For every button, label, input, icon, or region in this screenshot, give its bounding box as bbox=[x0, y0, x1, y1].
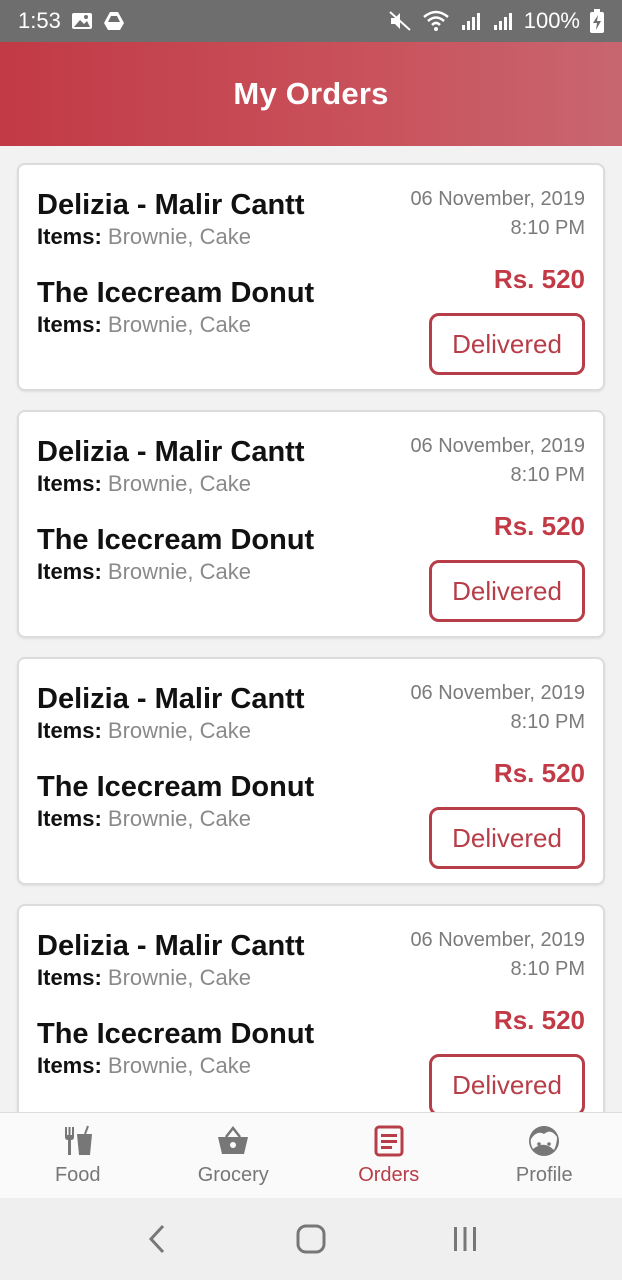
items-label: Items: bbox=[37, 312, 102, 337]
home-button[interactable] bbox=[281, 1209, 341, 1269]
nav-label-profile: Profile bbox=[515, 1164, 573, 1186]
chevron-left-icon bbox=[148, 1224, 165, 1254]
order-meta: 06 November, 2019 8:10 PM Rs. 520 Delive… bbox=[410, 185, 585, 375]
recents-icon bbox=[454, 1227, 476, 1251]
nav-item-food[interactable]: Food bbox=[0, 1113, 156, 1198]
basket-icon bbox=[218, 1125, 249, 1154]
order-price: Rs. 520 bbox=[493, 1005, 585, 1035]
fork-knife-drink-icon bbox=[64, 1125, 92, 1155]
orders-list[interactable]: Delizia - Malir Cantt Items: Brownie, Ca… bbox=[0, 146, 622, 1112]
order-restaurants: Delizia - Malir Cantt Items: Brownie, Ca… bbox=[37, 681, 397, 857]
restaurant-name: The Icecream Donut bbox=[37, 277, 315, 309]
order-price: Rs. 520 bbox=[493, 511, 585, 541]
delivered-status-button[interactable]: Delivered bbox=[429, 560, 585, 622]
items-value: Brownie, Cake bbox=[107, 559, 251, 584]
items-line: Items: Brownie, Cake bbox=[37, 311, 397, 339]
order-date: 06 November, 2019 bbox=[410, 435, 585, 457]
order-date: 06 November, 2019 bbox=[410, 188, 585, 210]
restaurant-name: Delizia - Malir Cantt bbox=[37, 436, 305, 468]
recents-button[interactable] bbox=[435, 1209, 495, 1269]
items-label: Items: bbox=[37, 965, 102, 990]
order-price: Rs. 520 bbox=[493, 264, 585, 294]
restaurant-name: The Icecream Donut bbox=[37, 771, 315, 803]
back-button[interactable] bbox=[127, 1209, 187, 1269]
delivered-status-button[interactable]: Delivered bbox=[429, 1054, 585, 1112]
order-date: 06 November, 2019 bbox=[410, 929, 585, 951]
items-line: Items: Brownie, Cake bbox=[37, 964, 397, 992]
items-line: Items: Brownie, Cake bbox=[37, 805, 397, 833]
face-icon bbox=[529, 1126, 560, 1156]
nav-item-profile[interactable]: Profile bbox=[467, 1113, 622, 1198]
nav-item-grocery[interactable]: Grocery bbox=[156, 1113, 312, 1198]
bottom-nav: Food Grocery Orders Profile bbox=[0, 1112, 622, 1198]
order-meta: 06 November, 2019 8:10 PM Rs. 520 Delive… bbox=[410, 926, 585, 1112]
items-value: Brownie, Cake bbox=[107, 806, 251, 831]
items-label: Items: bbox=[37, 806, 102, 831]
wifi-icon bbox=[422, 10, 450, 32]
delivered-status-button[interactable]: Delivered bbox=[429, 313, 585, 375]
gallery-icon bbox=[71, 11, 93, 31]
items-label: Items: bbox=[37, 1053, 102, 1078]
order-card[interactable]: Delizia - Malir Cantt Items: Brownie, Ca… bbox=[17, 163, 605, 391]
order-card[interactable]: Delizia - Malir Cantt Items: Brownie, Ca… bbox=[17, 410, 605, 638]
restaurant-name: Delizia - Malir Cantt bbox=[37, 189, 305, 221]
order-meta: 06 November, 2019 8:10 PM Rs. 520 Delive… bbox=[410, 679, 585, 869]
restaurant-name: Delizia - Malir Cantt bbox=[37, 930, 305, 962]
status-right: 100% bbox=[388, 8, 604, 34]
order-restaurants: Delizia - Malir Cantt Items: Brownie, Ca… bbox=[37, 928, 397, 1104]
status-bar: 1:53 100% bbox=[0, 0, 622, 42]
restaurant-name: Delizia - Malir Cantt bbox=[37, 683, 305, 715]
order-card[interactable]: Delizia - Malir Cantt Items: Brownie, Ca… bbox=[17, 904, 605, 1112]
page-title: My Orders bbox=[233, 76, 389, 111]
battery-charging-icon bbox=[590, 9, 604, 33]
order-time: 8:10 PM bbox=[510, 958, 585, 980]
items-value: Brownie, Cake bbox=[107, 965, 251, 990]
mute-vibrate-icon bbox=[388, 10, 412, 32]
items-label: Items: bbox=[37, 718, 102, 743]
status-time: 1:53 bbox=[18, 8, 61, 33]
drive-icon bbox=[103, 11, 125, 31]
items-value: Brownie, Cake bbox=[107, 1053, 251, 1078]
signal-icon bbox=[460, 10, 482, 32]
items-line: Items: Brownie, Cake bbox=[37, 1052, 397, 1080]
order-restaurants: Delizia - Malir Cantt Items: Brownie, Ca… bbox=[37, 434, 397, 610]
system-nav bbox=[0, 1198, 622, 1280]
order-price: Rs. 520 bbox=[493, 758, 585, 788]
items-value: Brownie, Cake bbox=[107, 718, 251, 743]
nav-label-orders: Orders bbox=[358, 1164, 420, 1186]
order-restaurants: Delizia - Malir Cantt Items: Brownie, Ca… bbox=[37, 187, 397, 363]
restaurant-name: The Icecream Donut bbox=[37, 524, 315, 556]
order-time: 8:10 PM bbox=[510, 711, 585, 733]
home-square-icon bbox=[296, 1224, 326, 1254]
items-label: Items: bbox=[37, 471, 102, 496]
order-time: 8:10 PM bbox=[510, 217, 585, 239]
nav-label-food: Food bbox=[54, 1164, 101, 1186]
nav-label-grocery: Grocery bbox=[197, 1164, 269, 1186]
receipt-icon bbox=[374, 1125, 404, 1157]
items-label: Items: bbox=[37, 559, 102, 584]
items-line: Items: Brownie, Cake bbox=[37, 717, 397, 745]
restaurant-name: The Icecream Donut bbox=[37, 1018, 315, 1050]
app-header: My Orders bbox=[0, 42, 622, 146]
nav-item-orders[interactable]: Orders bbox=[311, 1113, 467, 1198]
items-label: Items: bbox=[37, 224, 102, 249]
order-card[interactable]: Delizia - Malir Cantt Items: Brownie, Ca… bbox=[17, 657, 605, 885]
items-value: Brownie, Cake bbox=[107, 471, 251, 496]
items-value: Brownie, Cake bbox=[107, 312, 251, 337]
items-line: Items: Brownie, Cake bbox=[37, 223, 397, 251]
items-line: Items: Brownie, Cake bbox=[37, 558, 397, 586]
delivered-status-button[interactable]: Delivered bbox=[429, 807, 585, 869]
battery-percent: 100% bbox=[523, 8, 580, 33]
order-date: 06 November, 2019 bbox=[410, 682, 585, 704]
items-line: Items: Brownie, Cake bbox=[37, 470, 397, 498]
items-value: Brownie, Cake bbox=[107, 224, 251, 249]
signal-icon-2 bbox=[492, 10, 514, 32]
order-meta: 06 November, 2019 8:10 PM Rs. 520 Delive… bbox=[410, 432, 585, 622]
order-time: 8:10 PM bbox=[510, 464, 585, 486]
status-left: 1:53 bbox=[18, 8, 125, 34]
